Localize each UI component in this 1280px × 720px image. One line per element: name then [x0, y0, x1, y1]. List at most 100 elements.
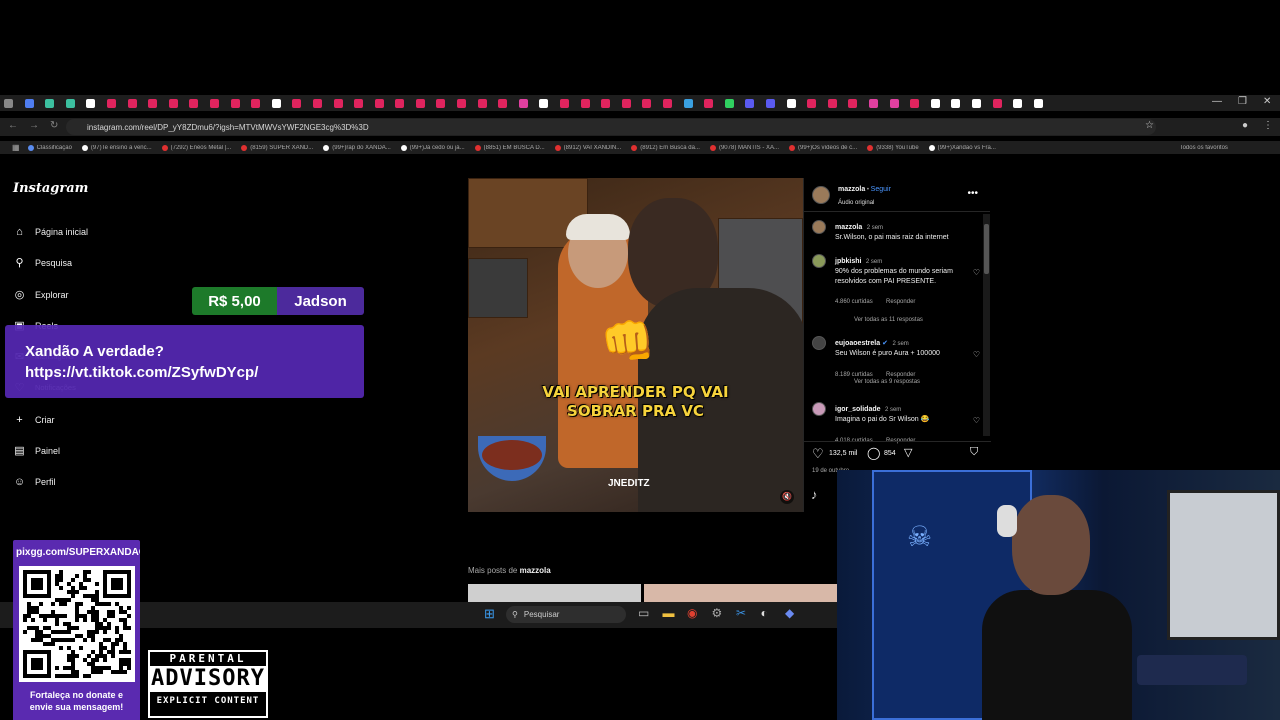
browser-tab[interactable]: [807, 98, 817, 108]
browser-tab[interactable]: [663, 98, 672, 108]
browser-tab[interactable]: [271, 98, 281, 108]
browser-tab[interactable]: [168, 98, 178, 108]
browser-tab[interactable]: [580, 98, 590, 108]
browser-tab[interactable]: [539, 98, 549, 108]
comment-username[interactable]: mazzola: [835, 224, 862, 231]
sidebar-item-compass[interactable]: ◎ Explorar: [13, 288, 69, 301]
browser-tab[interactable]: [827, 98, 837, 108]
browser-tab[interactable]: [24, 98, 34, 108]
browser-tab[interactable]: [745, 98, 755, 108]
task-view-icon[interactable]: ▭: [638, 606, 649, 620]
close-window-icon[interactable]: ✕: [1263, 96, 1271, 107]
share-icon[interactable]: ▽: [904, 446, 912, 459]
all-bookmarks[interactable]: Todos os favoritos: [1180, 145, 1228, 151]
comment-like-icon[interactable]: ♡: [973, 416, 980, 425]
view-replies-link[interactable]: Ver todas as 11 respostas: [854, 317, 923, 323]
commenter-avatar[interactable]: [812, 220, 826, 234]
bookmark-item[interactable]: (99+)Xandão vs Fra...: [928, 144, 996, 151]
sidebar-item-search[interactable]: ⚲ Pesquisa: [13, 256, 72, 269]
bookmark-item[interactable]: (8851) EM BUSCA D...: [474, 144, 545, 151]
settings-icon[interactable]: ⚙: [712, 606, 723, 620]
comment-likes[interactable]: 8.189 curtidas: [835, 372, 873, 378]
browser-tab[interactable]: [127, 98, 137, 108]
browser-tab[interactable]: [230, 98, 240, 108]
browser-tab[interactable]: [395, 98, 405, 108]
browser-tab[interactable]: [251, 98, 261, 108]
bookmark-item[interactable]: (9078) MANTIS - XA...: [709, 144, 779, 151]
apps-icon[interactable]: ▦: [12, 143, 20, 152]
follow-button[interactable]: Seguir: [871, 186, 891, 193]
instagram-logo[interactable]: Instagram: [13, 181, 88, 196]
browser-tab[interactable]: [704, 98, 714, 108]
browser-tab[interactable]: [457, 98, 467, 108]
menu-icon[interactable]: ⋮: [1263, 120, 1273, 131]
browser-tab[interactable]: [560, 98, 570, 108]
post-thumbnail[interactable]: [644, 584, 837, 602]
forward-icon[interactable]: →: [29, 120, 39, 131]
browser-tab[interactable]: [786, 98, 796, 108]
reel-video[interactable]: 👊 VAI APRENDER PQ VAI SOBRAR PRA VC JNED…: [468, 178, 803, 512]
restore-icon[interactable]: ❐: [1238, 96, 1247, 107]
browser-tab[interactable]: [1033, 98, 1043, 108]
browser-tab[interactable]: [1013, 98, 1023, 108]
commenter-avatar[interactable]: [812, 336, 826, 350]
app-icon[interactable]: ◆: [785, 606, 794, 620]
browser-tab[interactable]: [642, 98, 652, 108]
browser-tab[interactable]: [312, 98, 322, 108]
file-explorer-icon[interactable]: ▬: [663, 606, 675, 620]
bookmark-item[interactable]: (8912) VAI XANDIN...: [554, 144, 621, 151]
browser-tab[interactable]: [65, 98, 75, 108]
bookmark-item[interactable]: (99+)Os vídeos de c...: [788, 144, 857, 151]
browser-tab[interactable]: [106, 98, 116, 108]
bookmark-star-icon[interactable]: ☆: [1145, 120, 1154, 131]
browser-tab[interactable]: [4, 98, 13, 108]
browser-tab[interactable]: [45, 98, 55, 108]
browser-tab[interactable]: [621, 98, 631, 108]
bookmark-item[interactable]: (8912) Em Busca da...: [631, 144, 700, 151]
like-icon[interactable]: ♡: [812, 446, 824, 462]
bookmark-item[interactable]: Classificação: [27, 144, 72, 151]
minimize-icon[interactable]: —: [1212, 96, 1222, 107]
sidebar-item-plus[interactable]: + Criar: [13, 413, 54, 426]
browser-tab[interactable]: [498, 98, 508, 108]
browser-tab[interactable]: [518, 98, 528, 108]
browser-tab[interactable]: [86, 98, 96, 108]
browser-tab[interactable]: [765, 98, 775, 108]
bookmark-item[interactable]: (9338) YouTube: [867, 144, 919, 151]
browser-tab[interactable]: [374, 98, 384, 108]
browser-tab[interactable]: [209, 98, 219, 108]
comment-like-icon[interactable]: ♡: [973, 350, 980, 359]
browser-tab[interactable]: [724, 98, 734, 108]
comment-username[interactable]: jpbkishi: [835, 258, 861, 265]
bookmark-item[interactable]: (97)Te ensino a venc...: [81, 144, 152, 151]
browser-tab[interactable]: [910, 98, 920, 108]
browser-tab[interactable]: [189, 98, 199, 108]
comment-likes[interactable]: 4.860 curtidas: [835, 299, 873, 305]
browser-tab[interactable]: [477, 98, 487, 108]
mute-icon[interactable]: 🔇: [780, 490, 794, 504]
commenter-avatar[interactable]: [812, 402, 826, 416]
sidebar-item-profile[interactable]: ☺ Perfil: [13, 475, 56, 488]
bookmark-item[interactable]: (99+)rap do XANDÃ...: [323, 144, 391, 151]
snipping-icon[interactable]: ✂: [736, 606, 746, 620]
audio-label[interactable]: Áudio original: [838, 200, 874, 206]
comment-username[interactable]: igor_solidade: [835, 406, 881, 413]
browser-tab[interactable]: [436, 98, 446, 108]
chrome-icon[interactable]: ◉: [687, 606, 697, 620]
reply-button[interactable]: Responder: [886, 299, 915, 305]
more-options-icon[interactable]: •••: [967, 188, 978, 199]
browser-tab[interactable]: [415, 98, 425, 108]
browser-tab[interactable]: [354, 98, 364, 108]
browser-tab[interactable]: [683, 98, 693, 108]
back-icon[interactable]: ←: [8, 120, 18, 131]
windows-start-icon[interactable]: ⊞: [484, 606, 495, 622]
sidebar-item-dashboard[interactable]: ▤ Painel: [13, 444, 60, 457]
address-bar[interactable]: instagram.com/reel/DP_yY8ZDmu6/?igsh=MTV…: [66, 119, 1156, 135]
bookmark-item[interactable]: (8159) SUPER XAND...: [241, 144, 313, 151]
taskbar-search[interactable]: ⚲ Pesquisar: [506, 606, 626, 623]
browser-tab[interactable]: [868, 98, 878, 108]
author-avatar[interactable]: [812, 185, 830, 204]
author-username[interactable]: mazzola: [838, 186, 865, 193]
obs-icon[interactable]: ◐: [761, 606, 768, 620]
browser-tab[interactable]: [930, 98, 940, 108]
